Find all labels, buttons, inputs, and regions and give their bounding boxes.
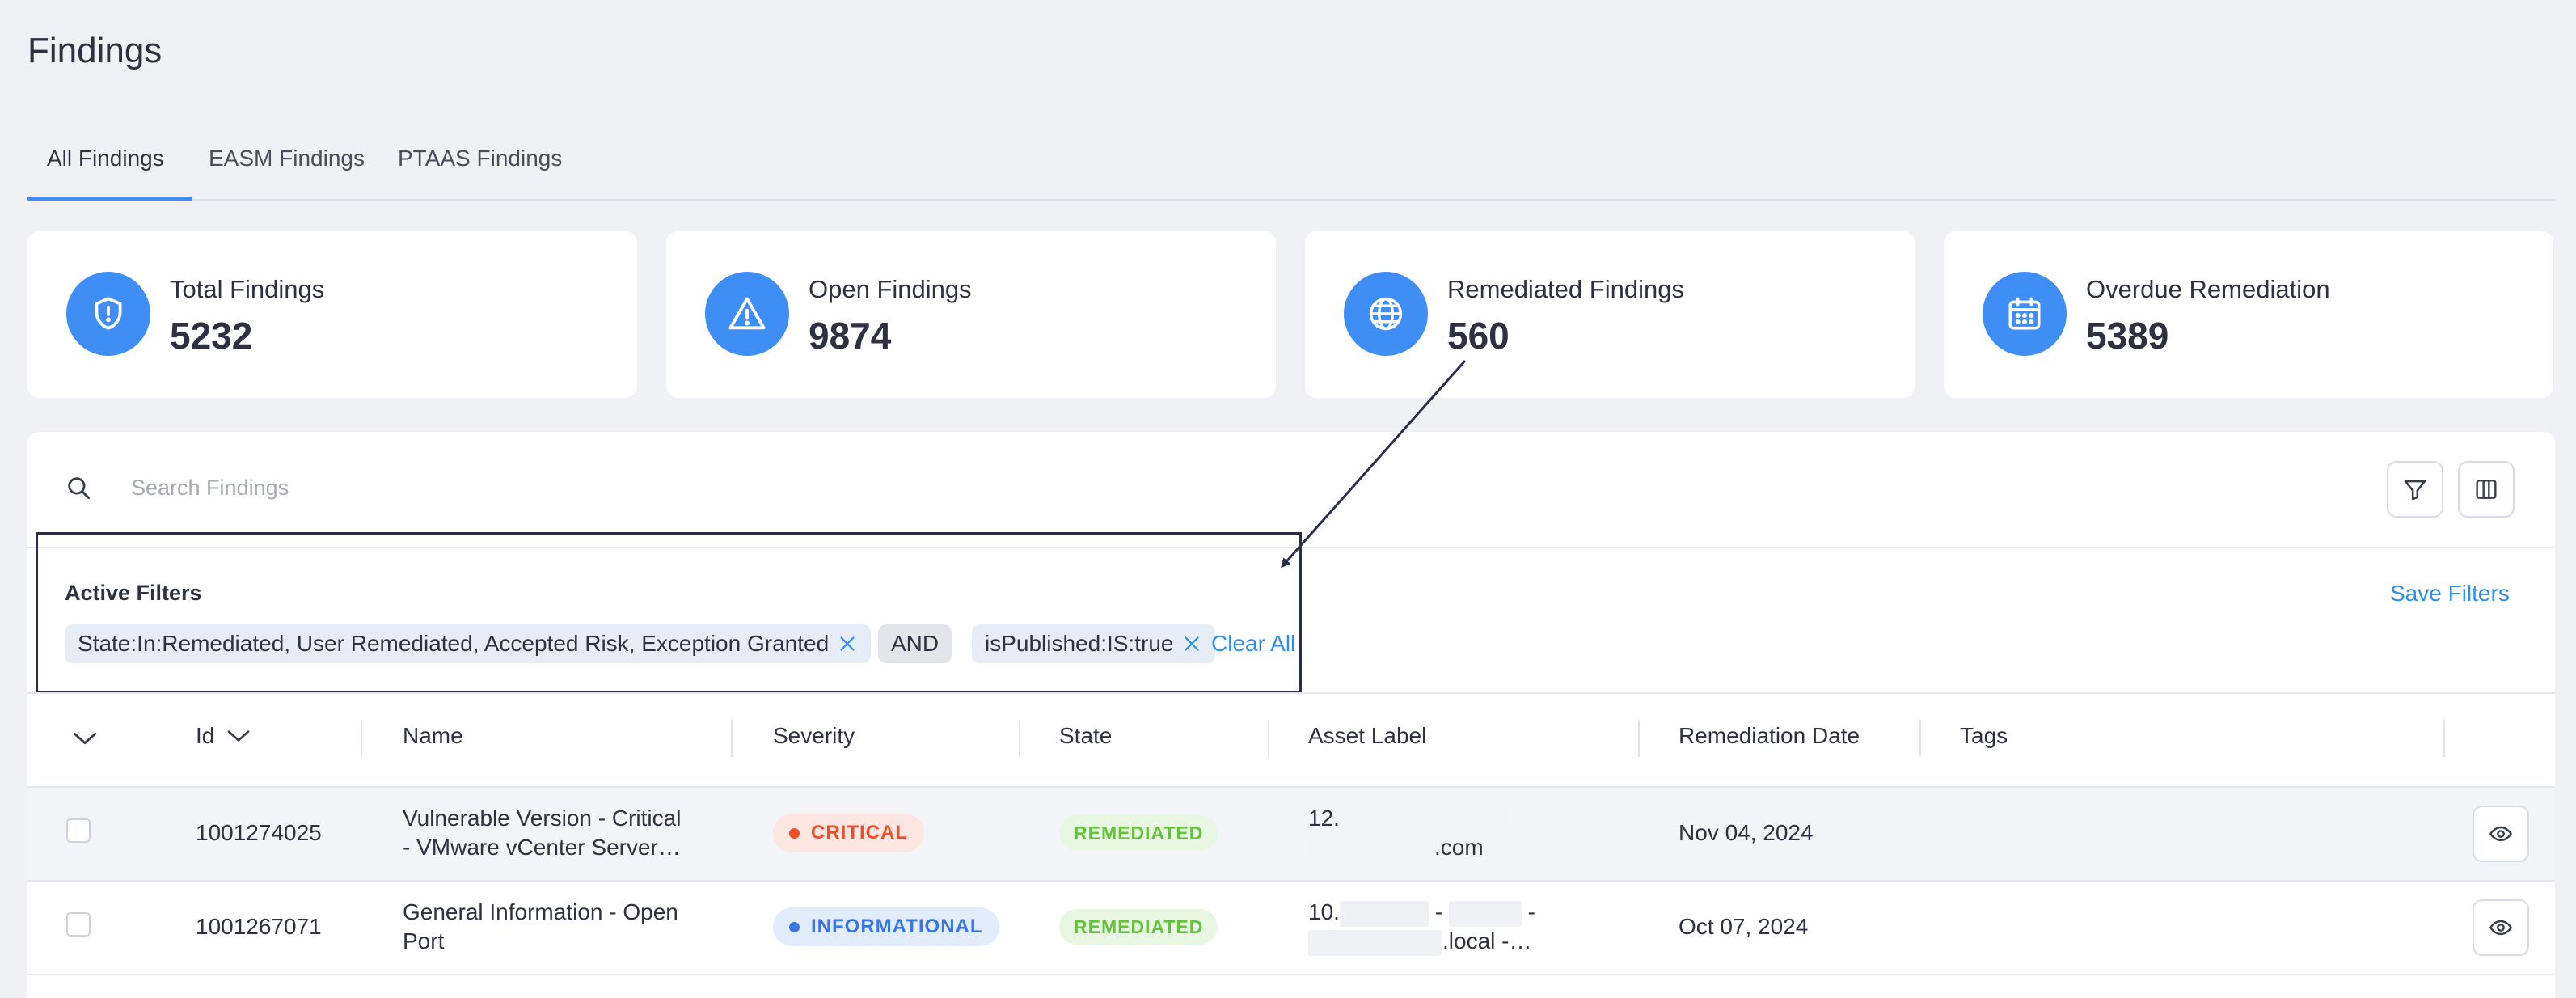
page-title: Findings xyxy=(27,31,163,70)
save-filters-link[interactable]: Save Filters xyxy=(2390,581,2510,607)
severity-label: INFORMATIONAL xyxy=(811,916,983,937)
redacted-text xyxy=(1339,900,1429,927)
shield-icon xyxy=(66,272,150,356)
filter-chip-label: isPublished:IS:true xyxy=(985,631,1174,656)
column-header-asset-label[interactable]: Asset Label xyxy=(1308,723,1426,749)
finding-id: 1001267071 xyxy=(196,914,322,939)
state-badge: REMEDIATED xyxy=(1059,909,1218,945)
remove-filter-icon[interactable] xyxy=(837,633,858,654)
severity-badge: CRITICAL xyxy=(773,814,924,852)
divider xyxy=(27,692,2555,694)
asset-label-text: 10. xyxy=(1308,899,1340,924)
column-separator xyxy=(1268,720,1269,757)
active-tab-indicator xyxy=(27,197,192,201)
stat-card-open-findings: Open Findings 9874 xyxy=(666,231,1276,398)
state-badge: REMEDIATED xyxy=(1059,815,1218,851)
column-header-state[interactable]: State xyxy=(1059,723,1112,749)
finding-name-line: Port xyxy=(403,928,445,954)
asset-label-text: - xyxy=(1434,899,1443,924)
view-finding-button[interactable] xyxy=(2473,806,2529,862)
redacted-text xyxy=(1448,900,1522,927)
view-finding-button[interactable] xyxy=(2473,899,2529,956)
tabs: All Findings EASM Findings PTAAS Finding… xyxy=(27,137,2555,201)
column-separator xyxy=(361,720,362,757)
asset-label-text: .local -… xyxy=(1442,928,1532,954)
column-separator xyxy=(1638,720,1640,757)
stat-label: Overdue Remediation xyxy=(2086,275,2330,303)
finding-name-line: General Information - Open xyxy=(403,899,678,924)
filter-chip-state: State:In:Remediated, User Remediated, Ac… xyxy=(65,624,872,663)
row-checkbox[interactable] xyxy=(66,912,91,937)
filter-chip-ispublished: isPublished:IS:true xyxy=(972,624,1216,663)
redacted-text xyxy=(1308,929,1442,956)
redacted-text xyxy=(1308,835,1434,862)
filter-icon xyxy=(2404,480,2426,501)
column-header-tags[interactable]: Tags xyxy=(1960,723,2008,749)
remove-filter-icon[interactable] xyxy=(1181,633,1202,654)
table-row[interactable]: 1001274025 Vulnerable Version - Critical… xyxy=(27,786,2555,880)
column-separator xyxy=(1919,720,1921,757)
active-filters-title: Active Filters xyxy=(65,581,202,605)
column-separator xyxy=(2443,720,2445,757)
stat-value: 560 xyxy=(1447,315,1510,357)
finding-name[interactable]: General Information - Open Port xyxy=(403,898,678,956)
column-separator xyxy=(1019,720,1020,757)
stat-label: Remediated Findings xyxy=(1447,275,1684,303)
table-row[interactable]: 1001267071 General Information - Open Po… xyxy=(27,880,2555,975)
filter-chip-label: State:In:Remediated, User Remediated, Ac… xyxy=(78,631,830,656)
column-header-remediation-date[interactable]: Remediation Date xyxy=(1679,723,1860,749)
redacted-text xyxy=(1339,806,1513,833)
columns-icon xyxy=(2476,480,2497,499)
asset-label: 10. - - .local -… xyxy=(1308,898,1535,956)
stat-value: 9874 xyxy=(809,315,892,357)
asset-label: 12. .com xyxy=(1308,804,1513,862)
column-header-name[interactable]: Name xyxy=(403,723,463,749)
finding-id: 1001274025 xyxy=(196,820,322,845)
asset-label-text: .com xyxy=(1434,835,1484,860)
warning-icon xyxy=(705,272,789,356)
finding-name[interactable]: Vulnerable Version - Critical - VMware v… xyxy=(403,804,681,862)
remediation-date: Oct 07, 2024 xyxy=(1679,914,1809,939)
search-input[interactable] xyxy=(129,467,1103,508)
tab-all-findings[interactable]: All Findings xyxy=(47,146,164,171)
stat-label: Total Findings xyxy=(170,275,325,303)
eye-icon xyxy=(2489,920,2513,936)
findings-panel: Active Filters State:In:Remediated, User… xyxy=(27,432,2555,998)
globe-icon xyxy=(1344,272,1428,356)
column-separator xyxy=(731,720,733,757)
search-icon xyxy=(65,474,92,505)
stat-card-overdue-remediation: Overdue Remediation 5389 xyxy=(1944,231,2553,398)
column-header-severity[interactable]: Severity xyxy=(773,723,855,749)
stat-card-remediated-findings: Remediated Findings 560 xyxy=(1305,231,1915,398)
calendar-icon xyxy=(1983,272,2067,356)
active-filters-highlight xyxy=(36,532,1302,694)
clear-all-link[interactable]: Clear All xyxy=(1211,631,1295,657)
tab-ptaas-findings[interactable]: PTAAS Findings xyxy=(398,146,562,171)
stat-value: 5232 xyxy=(170,315,253,357)
severity-dot xyxy=(789,827,800,839)
filter-operator-chip: AND xyxy=(878,624,952,663)
remediation-date: Nov 04, 2024 xyxy=(1679,820,1814,845)
eye-icon xyxy=(2489,826,2513,842)
severity-dot xyxy=(789,921,800,932)
column-header-label: Id xyxy=(196,723,215,748)
stat-value: 5389 xyxy=(2086,315,2169,357)
stat-card-total-findings: Total Findings 5232 xyxy=(27,231,637,398)
severity-badge: INFORMATIONAL xyxy=(773,907,999,946)
filter-button[interactable] xyxy=(2387,461,2443,518)
finding-name-line: Vulnerable Version - Critical xyxy=(403,806,682,831)
asset-label-text: 12. xyxy=(1308,806,1340,831)
severity-label: CRITICAL xyxy=(811,822,908,844)
tab-easm-findings[interactable]: EASM Findings xyxy=(209,146,365,171)
column-header-id[interactable]: Id xyxy=(196,723,251,749)
stat-label: Open Findings xyxy=(809,275,972,303)
select-all-chevron-icon[interactable] xyxy=(71,728,99,749)
asset-label-text: - xyxy=(1527,899,1535,924)
sort-chevron-icon xyxy=(228,730,250,742)
finding-name-line: - VMware vCenter Server… xyxy=(403,835,681,860)
row-checkbox[interactable] xyxy=(66,818,91,843)
columns-button[interactable] xyxy=(2458,461,2515,518)
